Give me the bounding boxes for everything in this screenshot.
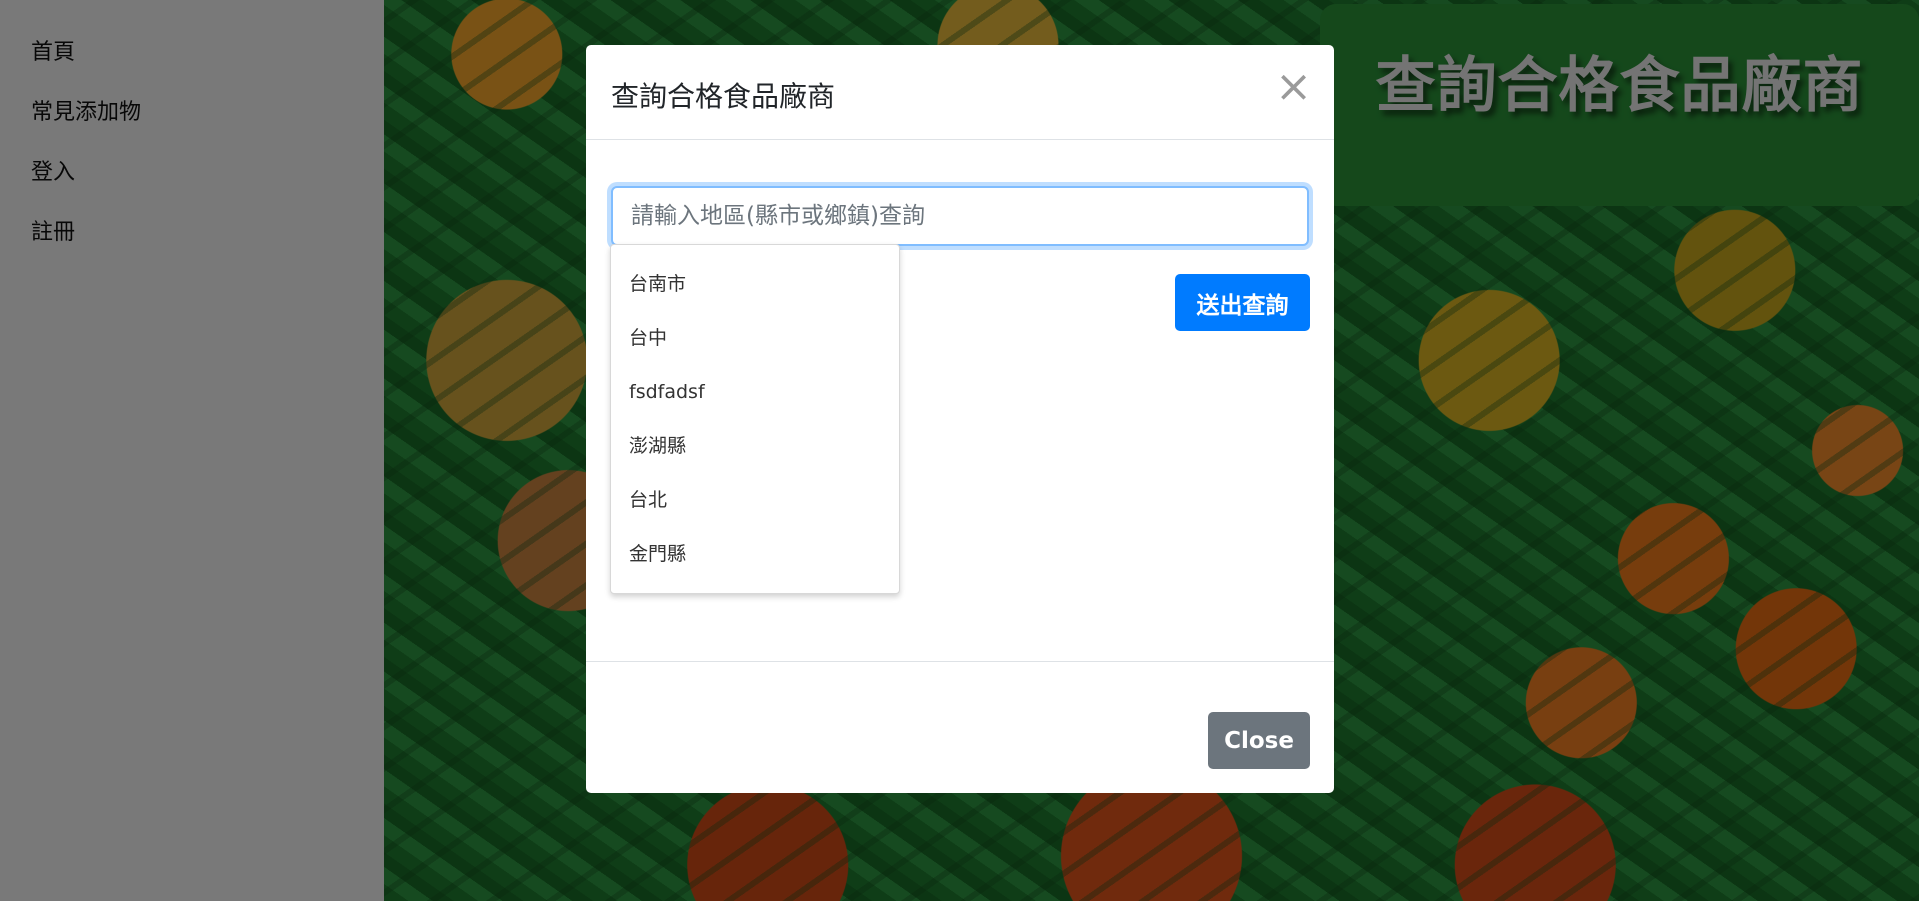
close-icon[interactable]: × (1275, 65, 1312, 109)
autocomplete-item[interactable]: 台北 (611, 473, 899, 527)
search-input[interactable] (611, 186, 1309, 246)
search-modal: 查詢合格食品廠商 × 送出查詢 台南市 台中 fsdfadsf 澎湖縣 台北 金… (586, 45, 1334, 793)
autocomplete-item[interactable]: 澎湖縣 (611, 419, 899, 473)
submit-search-button[interactable]: 送出查詢 (1175, 274, 1310, 331)
autocomplete-item[interactable]: 金門縣 (611, 527, 899, 581)
autocomplete-item[interactable]: fsdfadsf (611, 365, 899, 419)
autocomplete-item[interactable]: 台中 (611, 311, 899, 365)
modal-footer: Close (586, 661, 1334, 794)
autocomplete-list: 台南市 台中 fsdfadsf 澎湖縣 台北 金門縣 (610, 244, 900, 594)
modal-header: 查詢合格食品廠商 × (586, 45, 1334, 140)
modal-title: 查詢合格食品廠商 (611, 80, 836, 113)
autocomplete-item[interactable]: 台南市 (611, 257, 899, 311)
close-button[interactable]: Close (1208, 712, 1310, 769)
